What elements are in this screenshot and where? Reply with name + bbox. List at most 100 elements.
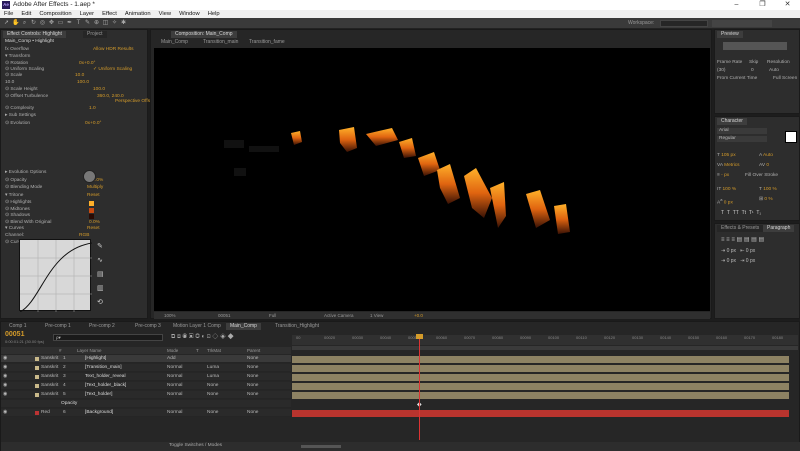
tsume-field[interactable]: ⊞ 0 %	[759, 197, 773, 203]
layer-mode[interactable]: Normal	[167, 391, 182, 399]
maximize-button[interactable]: ❐	[750, 0, 775, 10]
layer-row[interactable]: Opacity	[1, 400, 291, 408]
toggle-switches-modes[interactable]: Toggle Switches / Modes	[169, 443, 222, 448]
tab-project[interactable]: Project	[83, 31, 107, 38]
menu-animation[interactable]: Animation	[121, 10, 155, 18]
layer-duration-bar[interactable]	[292, 356, 789, 363]
zoom-tool-icon[interactable]: ⌕	[21, 20, 28, 27]
minimize-button[interactable]: –	[724, 0, 749, 10]
layer-duration-bar[interactable]	[292, 383, 789, 390]
frame-rate-dropdown[interactable]: (30)	[717, 68, 726, 74]
layer-eye-icon[interactable]: ◉	[3, 373, 7, 381]
layer-parent[interactable]: None	[247, 364, 258, 372]
effect-row-value[interactable]: 0x+0.0°	[85, 121, 101, 127]
puppet-tool-icon[interactable]: ✱	[120, 20, 127, 27]
menu-composition[interactable]: Composition	[35, 10, 75, 18]
effect-row-value[interactable]: 100.0	[93, 87, 105, 93]
layer-name[interactable]: [Transition_main]	[85, 364, 122, 372]
menu-window[interactable]: Window	[175, 10, 204, 18]
layer-row[interactable]: ◉ Sanskrit 5 [Text_holder] Normal None None	[1, 391, 291, 399]
space-fields[interactable]: ⇥ 0 px ⇥ 0 px	[721, 258, 755, 264]
kerning-field[interactable]: VA Metrics	[717, 163, 740, 169]
timeline-tab[interactable]: Pre-comp 2	[85, 323, 119, 330]
timeline-switch-icons[interactable]: ⧉ ⧈ ◉ ▣ ◎ ◐ ⊡ ◇ ◈ ◆	[171, 334, 234, 341]
type-tool-icon[interactable]: T	[75, 20, 82, 27]
curve-pen-icon[interactable]: ✎	[97, 242, 103, 250]
timeline-tab[interactable]: Pre-comp 1	[41, 323, 75, 330]
effect-row[interactable]: ⊙ Shadows	[5, 213, 94, 219]
layer-parent[interactable]: None	[247, 382, 258, 390]
effect-row-value[interactable]: Allow HDR Results	[93, 47, 134, 53]
pan-behind-tool-icon[interactable]: ✥	[48, 20, 55, 27]
resolution-dropdown-preview[interactable]: Auto	[769, 68, 779, 74]
mask-tool-icon[interactable]: ▭	[57, 20, 64, 27]
menu-help[interactable]: Help	[204, 10, 224, 18]
effect-row[interactable]: ▾ Tritone Reset	[5, 193, 100, 199]
resolution-dropdown[interactable]: Full	[269, 312, 276, 319]
layer-name[interactable]: [Background]	[85, 409, 113, 417]
layer-row[interactable]: ◉ Sanskrit 3 Text_holder_reveal Normal Luma No…	[1, 373, 291, 381]
current-time[interactable]: 00051	[218, 312, 231, 319]
effect-row[interactable]: ▸ Sub Settings	[5, 113, 36, 119]
hand-tool-icon[interactable]: ✋	[12, 20, 19, 27]
exposure-value[interactable]: +0.0	[414, 312, 423, 319]
effect-row[interactable]: ⊙ Scale 10.0	[5, 73, 84, 79]
layer-duration-bar[interactable]	[292, 374, 789, 381]
layer-mode[interactable]: Normal	[167, 373, 182, 381]
tab-effect-controls[interactable]: Effect Controls: Highlight	[3, 31, 66, 38]
layer-mode[interactable]: Normal	[167, 382, 182, 390]
clone-tool-icon[interactable]: ⊕	[93, 20, 100, 27]
close-button[interactable]: ✕	[775, 0, 800, 10]
timeline-zoom-slider[interactable]	[301, 445, 341, 448]
font-style-field[interactable]: Regular	[717, 136, 767, 142]
work-area-bar[interactable]	[292, 346, 798, 350]
layer-eye-icon[interactable]: ◉	[3, 382, 7, 390]
leading-field[interactable]: A Auto	[759, 153, 773, 159]
zoom-dropdown[interactable]: 100%	[164, 312, 176, 319]
effect-row[interactable]: ⊙ Offset Turbulence 360.0, 240.0	[5, 94, 124, 100]
horizontal-scale-field[interactable]: T 100 %	[759, 187, 777, 193]
layer-name[interactable]: Text_holder_reveal	[85, 373, 126, 381]
layer-trkmat[interactable]: None	[207, 391, 218, 399]
paragraph-align-icons[interactable]: ≡ ≡ ≡ ▤ ▤ ▤ ▤	[721, 236, 764, 243]
timeline-tab[interactable]: Main_Comp	[226, 323, 261, 330]
layer-eye-icon[interactable]: ◉	[3, 355, 7, 363]
layer-trkmat[interactable]: None	[207, 409, 218, 417]
timeline-tab[interactable]: Comp 1	[5, 323, 31, 330]
layer-parent[interactable]: None	[247, 373, 258, 381]
menu-layer[interactable]: Layer	[76, 10, 99, 18]
playhead-handle[interactable]	[416, 334, 423, 339]
layer-name[interactable]: [Text_holder]	[85, 391, 112, 399]
effect-row[interactable]: ⊙ Complexity 1.0	[5, 106, 96, 112]
effect-row-value[interactable]: ✓ Uniform Scaling	[93, 67, 132, 73]
menu-view[interactable]: View	[155, 10, 175, 18]
pen-tool-icon[interactable]: ✒	[66, 20, 73, 27]
fill-color-swatch[interactable]	[785, 131, 797, 143]
layer-duration-bar[interactable]	[292, 392, 789, 399]
menu-file[interactable]: File	[0, 10, 17, 18]
tritone-color-swatch[interactable]	[89, 213, 94, 219]
layer-name[interactable]: [Highlight]	[85, 355, 106, 363]
timeline-tab[interactable]: Pre-comp 3	[131, 323, 165, 330]
full-screen-checkbox[interactable]: Full Screen	[773, 76, 797, 82]
effect-row[interactable]: ⊙ Highlights	[5, 200, 94, 206]
tab-preview[interactable]: Preview	[717, 31, 743, 38]
curve-save-icon[interactable]: ▥	[97, 284, 104, 292]
views-dropdown[interactable]: 1 View	[370, 312, 383, 319]
layer-eye-icon[interactable]: ◉	[3, 409, 7, 417]
stroke-width-field[interactable]: ≡ - px	[717, 173, 729, 179]
layer-trkmat[interactable]: None	[207, 382, 218, 390]
effect-row[interactable]: fx Overflow Allow HDR Results	[5, 47, 134, 53]
curve-open-icon[interactable]: ▤	[97, 270, 104, 278]
layer-duration-bar[interactable]	[292, 365, 789, 372]
layer-eye-icon[interactable]: ◉	[3, 364, 7, 372]
font-family-field[interactable]: Arial	[717, 128, 767, 134]
effect-row[interactable]: ⊙ Evolution 0x+0.0°	[5, 121, 101, 127]
camera-dropdown[interactable]: Active Camera	[324, 312, 354, 319]
effect-row[interactable]: ⊙ Blending Mode Multiply	[5, 185, 103, 191]
layer-parent[interactable]: None	[247, 409, 258, 417]
eraser-tool-icon[interactable]: ◫	[102, 20, 109, 27]
effect-row[interactable]: ▾ Curves Reset	[5, 226, 100, 232]
rotate-tool-icon[interactable]: ↻	[30, 20, 37, 27]
preview-controls[interactable]	[723, 42, 787, 50]
